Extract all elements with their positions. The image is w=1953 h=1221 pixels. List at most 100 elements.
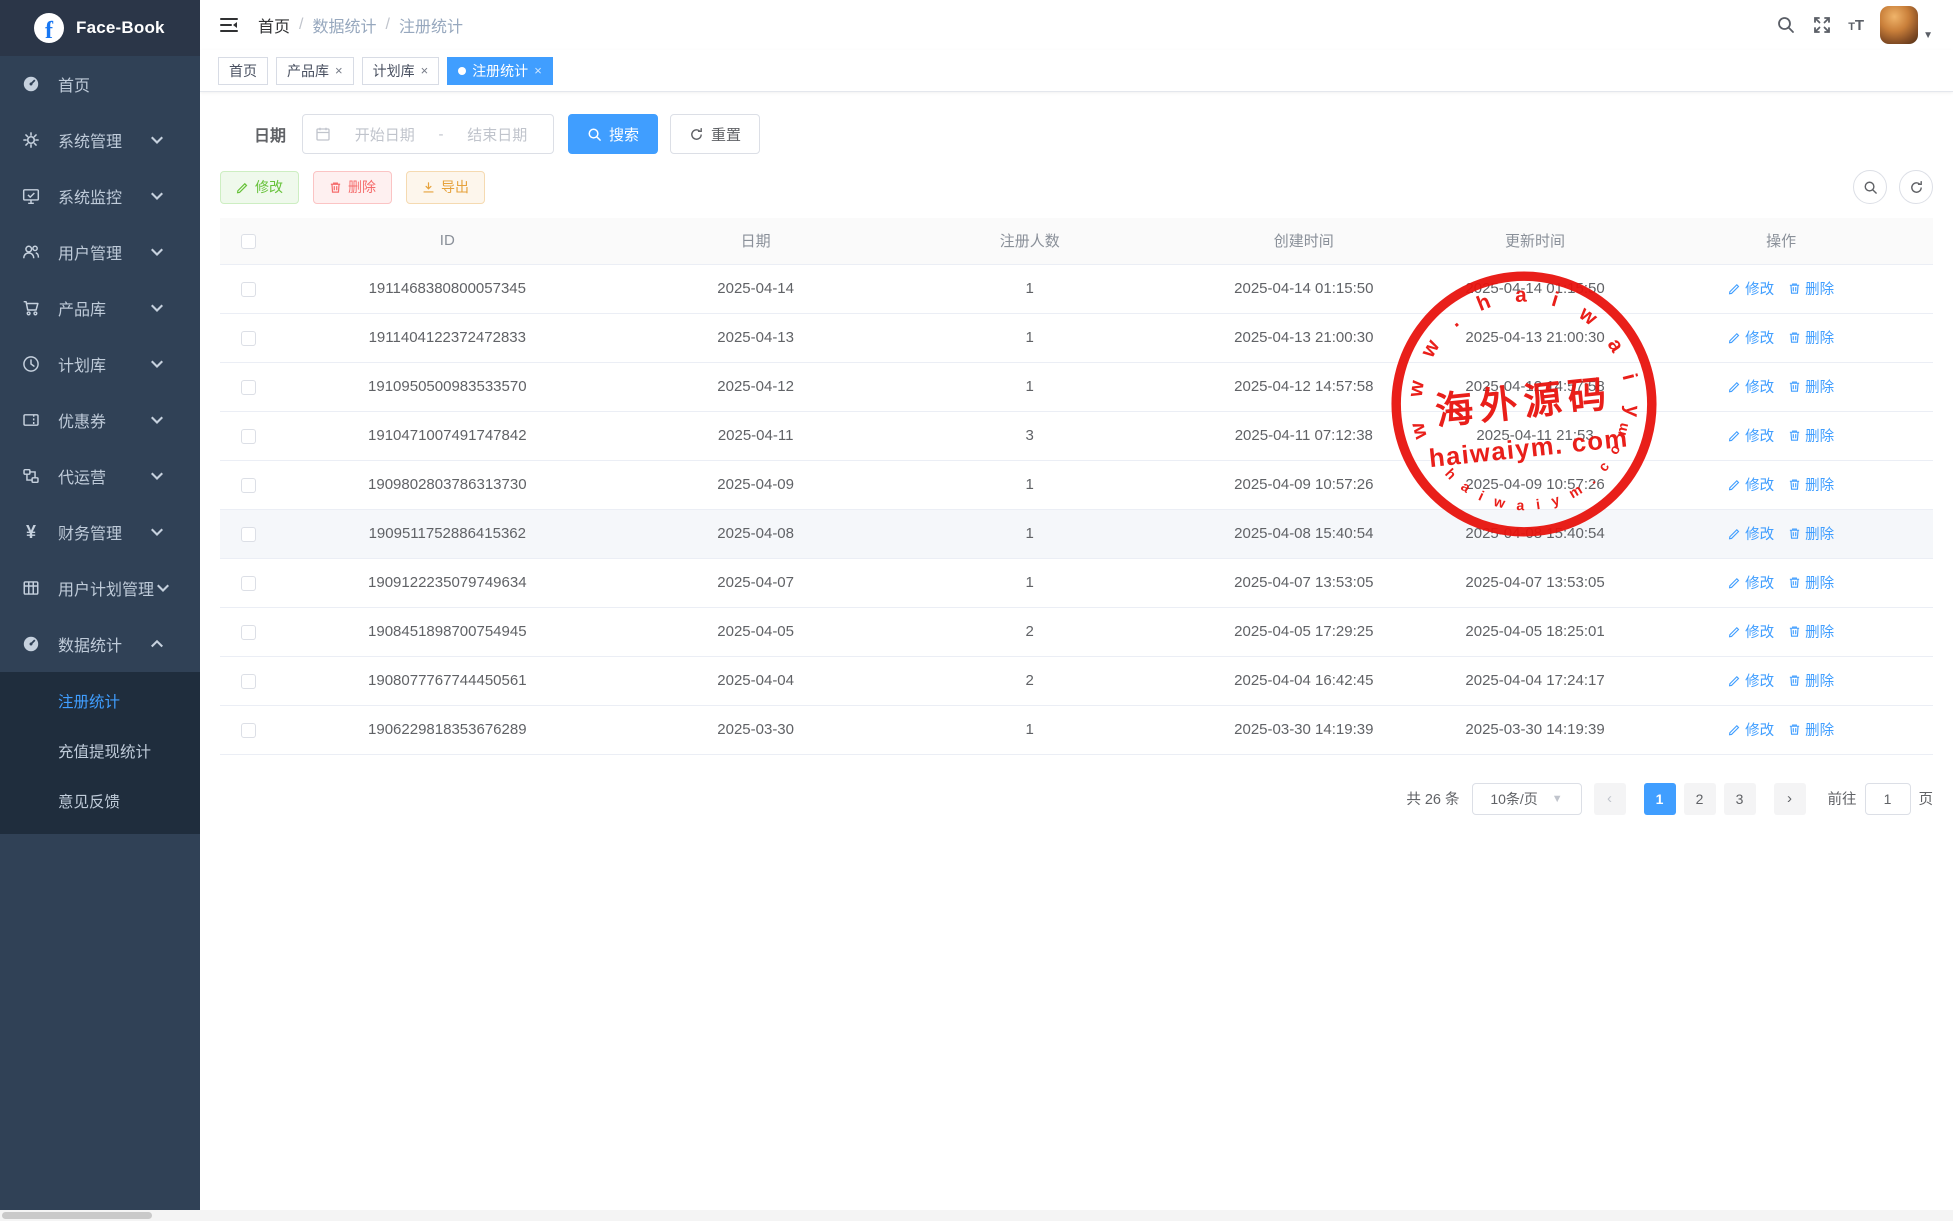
page-size-select[interactable]: 10条/页 ▼ bbox=[1472, 783, 1582, 815]
cell-id: 1910950500983533570 bbox=[276, 362, 619, 411]
row-delete-link[interactable]: 删除 bbox=[1788, 327, 1834, 348]
sidebar-item-计划库[interactable]: 计划库 bbox=[0, 336, 200, 392]
cell-created: 2025-04-09 10:57:26 bbox=[1167, 460, 1441, 509]
start-date-placeholder[interactable]: 开始日期 bbox=[341, 124, 429, 145]
sidebar-item-数据统计[interactable]: 数据统计 bbox=[0, 616, 200, 672]
row-edit-link[interactable]: 修改 bbox=[1728, 621, 1774, 642]
fullscreen-icon[interactable] bbox=[1812, 15, 1832, 35]
cell-updated: 2025-04-05 18:25:01 bbox=[1441, 607, 1629, 656]
row-checkbox[interactable] bbox=[241, 282, 256, 297]
tag-注册统计[interactable]: 注册统计 × bbox=[447, 57, 553, 85]
export-button[interactable]: 导出 bbox=[406, 171, 485, 204]
row-select-cell bbox=[220, 313, 276, 362]
row-delete-link[interactable]: 删除 bbox=[1788, 621, 1834, 642]
prev-page-button[interactable]: ‹ bbox=[1594, 783, 1626, 815]
chevron-down-icon bbox=[148, 467, 166, 485]
sidebar-item-用户计划管理[interactable]: 用户计划管理 bbox=[0, 560, 200, 616]
row-delete-link[interactable]: 删除 bbox=[1788, 719, 1834, 740]
row-edit-link[interactable]: 修改 bbox=[1728, 670, 1774, 691]
row-edit-link[interactable]: 修改 bbox=[1728, 327, 1774, 348]
row-edit-link[interactable]: 修改 bbox=[1728, 278, 1774, 299]
row-checkbox[interactable] bbox=[241, 478, 256, 493]
sidebar-item-系统管理[interactable]: 系统管理 bbox=[0, 112, 200, 168]
row-edit-link[interactable]: 修改 bbox=[1728, 425, 1774, 446]
app-logo[interactable]: f Face-Book bbox=[0, 0, 200, 56]
row-checkbox[interactable] bbox=[241, 380, 256, 395]
sidebar-item-系统监控[interactable]: 系统监控 bbox=[0, 168, 200, 224]
sidebar-item-用户管理[interactable]: 用户管理 bbox=[0, 224, 200, 280]
row-select-cell bbox=[220, 264, 276, 313]
table-refresh-icon[interactable] bbox=[1899, 170, 1933, 204]
close-icon[interactable]: × bbox=[534, 64, 542, 77]
select-all-header bbox=[220, 218, 276, 264]
trash-icon bbox=[329, 181, 342, 194]
row-checkbox[interactable] bbox=[241, 331, 256, 346]
date-range-input[interactable]: 开始日期 - 结束日期 bbox=[302, 114, 554, 154]
row-edit-link[interactable]: 修改 bbox=[1728, 572, 1774, 593]
sidebar-item-首页[interactable]: 首页 bbox=[0, 56, 200, 112]
end-date-placeholder[interactable]: 结束日期 bbox=[454, 124, 542, 145]
search-icon[interactable] bbox=[1776, 15, 1796, 35]
tag-首页[interactable]: 首页 bbox=[218, 57, 268, 85]
breadcrumb-item[interactable]: 首页 bbox=[258, 13, 290, 37]
row-checkbox[interactable] bbox=[241, 527, 256, 542]
cell-updated: 2025-04-04 17:24:17 bbox=[1441, 656, 1629, 705]
page-button-3[interactable]: 3 bbox=[1724, 783, 1756, 815]
scrollbar-thumb[interactable] bbox=[2, 1212, 152, 1219]
page-button-2[interactable]: 2 bbox=[1684, 783, 1716, 815]
row-delete-link[interactable]: 删除 bbox=[1788, 670, 1834, 691]
horizontal-scrollbar[interactable] bbox=[0, 1210, 1953, 1221]
close-icon[interactable]: × bbox=[421, 64, 429, 77]
close-icon[interactable]: × bbox=[335, 64, 343, 77]
sidebar-subitem-注册统计[interactable]: 注册统计 bbox=[0, 678, 200, 728]
app-root: f Face-Book 首页系统管理系统监控用户管理产品库计划库优惠券代运营¥财… bbox=[0, 0, 1953, 1221]
row-checkbox[interactable] bbox=[241, 429, 256, 444]
tag-计划库[interactable]: 计划库× bbox=[362, 57, 440, 85]
row-checkbox[interactable] bbox=[241, 723, 256, 738]
row-checkbox[interactable] bbox=[241, 674, 256, 689]
chevron-down-icon bbox=[148, 523, 166, 541]
row-delete-link[interactable]: 删除 bbox=[1788, 523, 1834, 544]
sidebar-subitem-充值提现统计[interactable]: 充值提现统计 bbox=[0, 728, 200, 778]
sidebar-item-label: 系统管理 bbox=[58, 128, 148, 152]
gear-icon bbox=[22, 131, 40, 149]
hamburger-icon[interactable] bbox=[218, 14, 240, 36]
row-delete-link[interactable]: 删除 bbox=[1788, 572, 1834, 593]
sidebar-item-优惠券[interactable]: 优惠券 bbox=[0, 392, 200, 448]
row-checkbox[interactable] bbox=[241, 625, 256, 640]
row-delete-link[interactable]: 删除 bbox=[1788, 474, 1834, 495]
table-row: 19098028037863137302025-04-0912025-04-09… bbox=[220, 460, 1933, 509]
goto-page-input[interactable] bbox=[1865, 783, 1911, 815]
row-delete-label: 删除 bbox=[1805, 670, 1834, 691]
row-delete-label: 删除 bbox=[1805, 376, 1834, 397]
delete-button[interactable]: 删除 bbox=[313, 171, 392, 204]
sidebar-subitem-意见反馈[interactable]: 意见反馈 bbox=[0, 778, 200, 828]
stats-icon bbox=[22, 635, 40, 653]
sidebar-item-产品库[interactable]: 产品库 bbox=[0, 280, 200, 336]
user-menu[interactable]: ▼ bbox=[1880, 6, 1933, 44]
row-edit-link[interactable]: 修改 bbox=[1728, 523, 1774, 544]
sidebar-item-财务管理[interactable]: ¥财务管理 bbox=[0, 504, 200, 560]
tag-产品库[interactable]: 产品库× bbox=[276, 57, 354, 85]
column-header-ID: ID bbox=[276, 218, 619, 264]
select-all-checkbox[interactable] bbox=[241, 234, 256, 249]
row-delete-link[interactable]: 删除 bbox=[1788, 376, 1834, 397]
row-edit-link[interactable]: 修改 bbox=[1728, 719, 1774, 740]
tag-label: 注册统计 bbox=[472, 61, 528, 81]
table-search-icon[interactable] bbox=[1853, 170, 1887, 204]
row-delete-link[interactable]: 删除 bbox=[1788, 425, 1834, 446]
sidebar-item-代运营[interactable]: 代运营 bbox=[0, 448, 200, 504]
edit-button[interactable]: 修改 bbox=[220, 171, 299, 204]
row-delete-link[interactable]: 删除 bbox=[1788, 278, 1834, 299]
cell-updated: 2025-04-08 15:40:54 bbox=[1441, 509, 1629, 558]
row-checkbox[interactable] bbox=[241, 576, 256, 591]
row-edit-link[interactable]: 修改 bbox=[1728, 376, 1774, 397]
finance-icon: ¥ bbox=[22, 523, 40, 541]
avatar[interactable] bbox=[1880, 6, 1918, 44]
row-edit-link[interactable]: 修改 bbox=[1728, 474, 1774, 495]
search-button[interactable]: 搜索 bbox=[568, 114, 658, 154]
font-size-icon[interactable]: TT bbox=[1848, 17, 1864, 34]
page-button-1[interactable]: 1 bbox=[1644, 783, 1676, 815]
next-page-button[interactable]: › bbox=[1774, 783, 1806, 815]
reset-button[interactable]: 重置 bbox=[670, 114, 760, 154]
